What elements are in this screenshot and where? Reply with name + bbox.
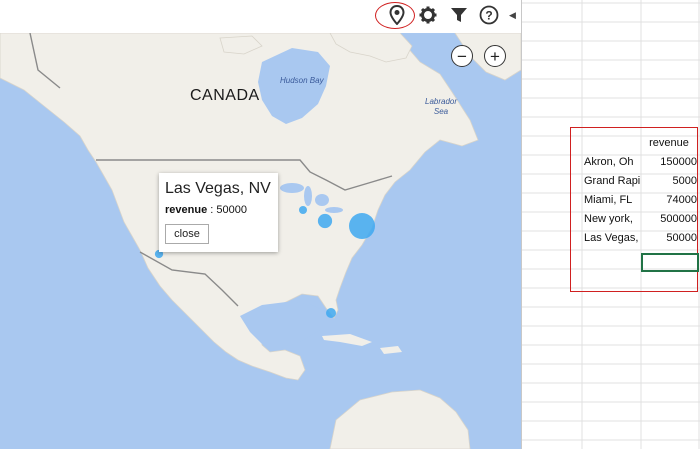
collapse-panel-icon[interactable]: ◀ xyxy=(509,10,516,21)
help-icon: ? xyxy=(479,5,499,30)
info-popup: Las Vegas, NV revenue : 50000 close xyxy=(159,173,278,252)
map-bubble[interactable] xyxy=(317,213,333,229)
popup-separator: : xyxy=(207,204,217,216)
great-lake xyxy=(304,186,312,206)
map-bubble[interactable] xyxy=(349,213,375,239)
filter-icon xyxy=(450,6,468,29)
popup-field-line: revenue : 50000 xyxy=(165,204,247,216)
spreadsheet[interactable]: revenue Akron, Oh 150000 Grand Rapi 5000 Mia… xyxy=(521,0,700,449)
svg-text:?: ? xyxy=(485,8,492,22)
water-label-hudson-bay: Hudson Bay xyxy=(280,76,324,85)
popup-field-name: revenue xyxy=(165,204,208,216)
map-toolbar: ? ◀ xyxy=(0,0,521,33)
map-pin-button[interactable] xyxy=(384,4,410,30)
map-pin-icon xyxy=(389,4,405,30)
zoom-in-button[interactable]: + xyxy=(484,45,506,67)
zoom-out-button[interactable]: − xyxy=(451,45,473,67)
water-label-labrador-sea: Labrador Sea xyxy=(425,97,457,117)
popup-close-button[interactable]: close xyxy=(165,224,209,244)
great-lake xyxy=(280,183,304,193)
map-bubble[interactable] xyxy=(325,307,337,319)
map-bubble[interactable] xyxy=(299,206,307,214)
selected-cell[interactable] xyxy=(641,253,699,272)
settings-button[interactable] xyxy=(415,4,441,30)
water-label-line: Sea xyxy=(433,107,449,116)
water-label-line: Labrador xyxy=(425,97,458,106)
popup-title: Las Vegas, NV xyxy=(165,180,271,197)
gear-icon xyxy=(419,6,437,29)
great-lake xyxy=(315,194,329,206)
help-button[interactable]: ? xyxy=(476,4,502,30)
popup-field-value: 50000 xyxy=(216,204,247,216)
great-lake xyxy=(325,207,343,213)
country-label: CANADA xyxy=(190,87,260,104)
map-panel[interactable]: ? ◀ − + CANADA Hudson Bay Labrador Sea L… xyxy=(0,0,521,449)
filter-button[interactable] xyxy=(446,4,472,30)
